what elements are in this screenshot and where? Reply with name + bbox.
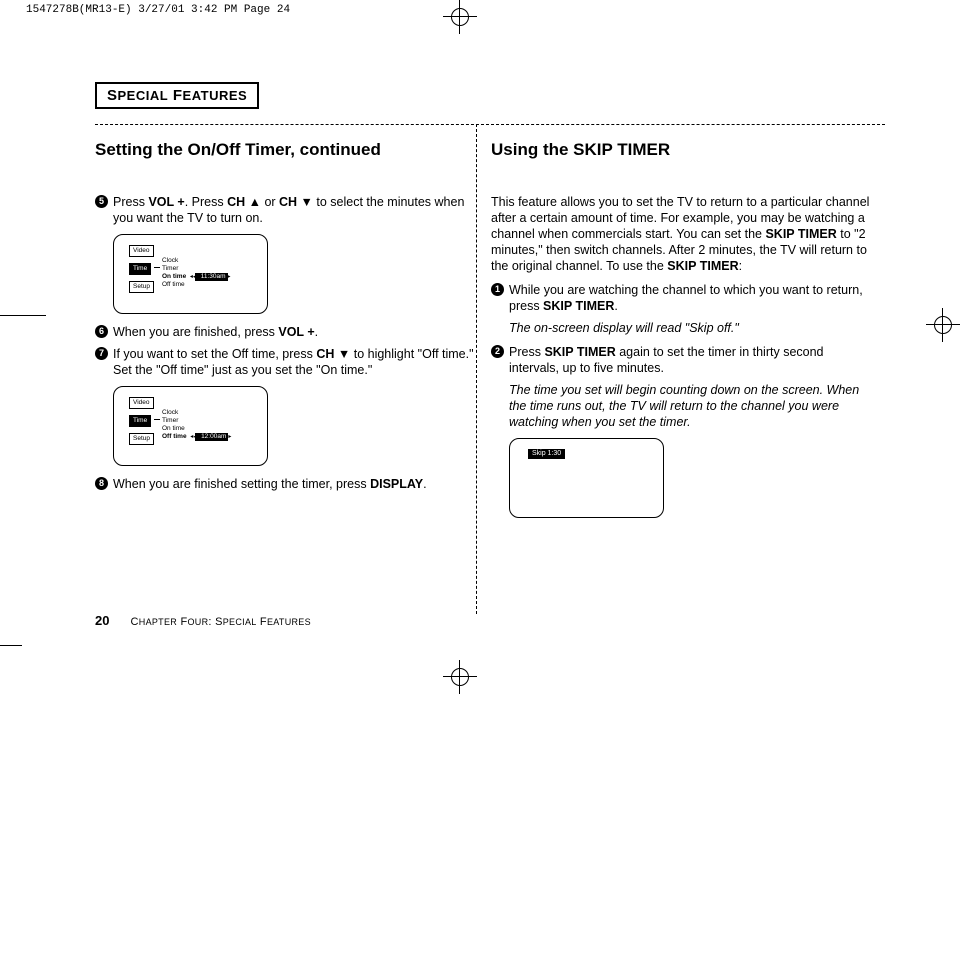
skip-pill: Skip 1:30: [528, 449, 565, 459]
osd-tab-video: Video: [129, 397, 154, 409]
osd-menu: Clock Timer On time ◂11:30am▸ Off time: [162, 257, 231, 289]
registration-mark-bottom: [443, 660, 477, 694]
step-7: 7 If you want to set the Off time, press…: [95, 346, 475, 378]
skip-step-1-note: The on-screen display will read "Skip of…: [491, 320, 871, 336]
step-5: 5 Press VOL +. Press CH ▲ or CH ▼ to sel…: [95, 194, 475, 226]
osd-tab-time: Time: [129, 415, 151, 427]
osd-menu-clock: Clock: [162, 409, 231, 417]
osd-menu-timer: Timer: [162, 417, 231, 425]
osd-tab-time: Time: [129, 263, 151, 275]
step-number: 5: [95, 195, 108, 208]
step-number: 2: [491, 345, 504, 358]
skip-intro: This feature allows you to set the TV to…: [491, 194, 871, 274]
osd-menu-on-time: On time ◂11:30am▸: [162, 273, 231, 281]
right-heading: Using the SKIP TIMER: [491, 140, 871, 160]
section-header: SPECIAL FEATURES: [95, 82, 259, 109]
osd-off-time: Video Time Setup Clock Timer On time Off…: [113, 386, 268, 466]
osd-tab-setup: Setup: [129, 433, 154, 445]
manual-page: SPECIAL FEATURES Setting the On/Off Time…: [68, 28, 910, 638]
osd-menu-clock: Clock: [162, 257, 231, 265]
osd-menu-off-time: Off time ◂12:00am▸: [162, 433, 231, 441]
osd-tab-setup: Setup: [129, 281, 154, 293]
registration-mark-right: [926, 308, 960, 342]
osd-menu: Clock Timer On time Off time ◂12:00am▸: [162, 409, 231, 441]
skip-step-2-note: The time you set will begin counting dow…: [491, 382, 871, 430]
chapter-label: CHAPTER FOUR: SPECIAL FEATURES: [131, 616, 311, 628]
page-number: 20: [95, 613, 109, 628]
osd-on-time: Video Time Setup Clock Timer On time ◂11…: [113, 234, 268, 314]
page-footer: 20 CHAPTER FOUR: SPECIAL FEATURES: [95, 613, 311, 628]
osd-menu-timer: Timer: [162, 265, 231, 273]
osd-tab-video: Video: [129, 245, 154, 257]
left-column: Setting the On/Off Timer, continued 5 Pr…: [95, 140, 475, 498]
column-divider: [476, 124, 477, 614]
crop-mark: [0, 645, 22, 646]
osd-skip-timer: Skip 1:30: [509, 438, 664, 518]
print-slug: 1547278B(MR13-E) 3/27/01 3:42 PM Page 24: [26, 4, 290, 16]
step-number: 6: [95, 325, 108, 338]
osd-menu-off-time: Off time: [162, 281, 231, 289]
step-6: 6 When you are finished, press VOL +.: [95, 324, 475, 340]
step-number: 7: [95, 347, 108, 360]
right-column: Using the SKIP TIMER This feature allows…: [491, 140, 871, 528]
step-number: 8: [95, 477, 108, 490]
skip-step-1: 1 While you are watching the channel to …: [491, 282, 871, 314]
osd-menu-on-time: On time: [162, 425, 231, 433]
step-number: 1: [491, 283, 504, 296]
skip-step-2: 2 Press SKIP TIMER again to set the time…: [491, 344, 871, 376]
divider: [95, 124, 885, 125]
left-heading: Setting the On/Off Timer, continued: [95, 140, 475, 160]
crop-mark: [0, 315, 46, 316]
step-8: 8 When you are finished setting the time…: [95, 476, 475, 492]
